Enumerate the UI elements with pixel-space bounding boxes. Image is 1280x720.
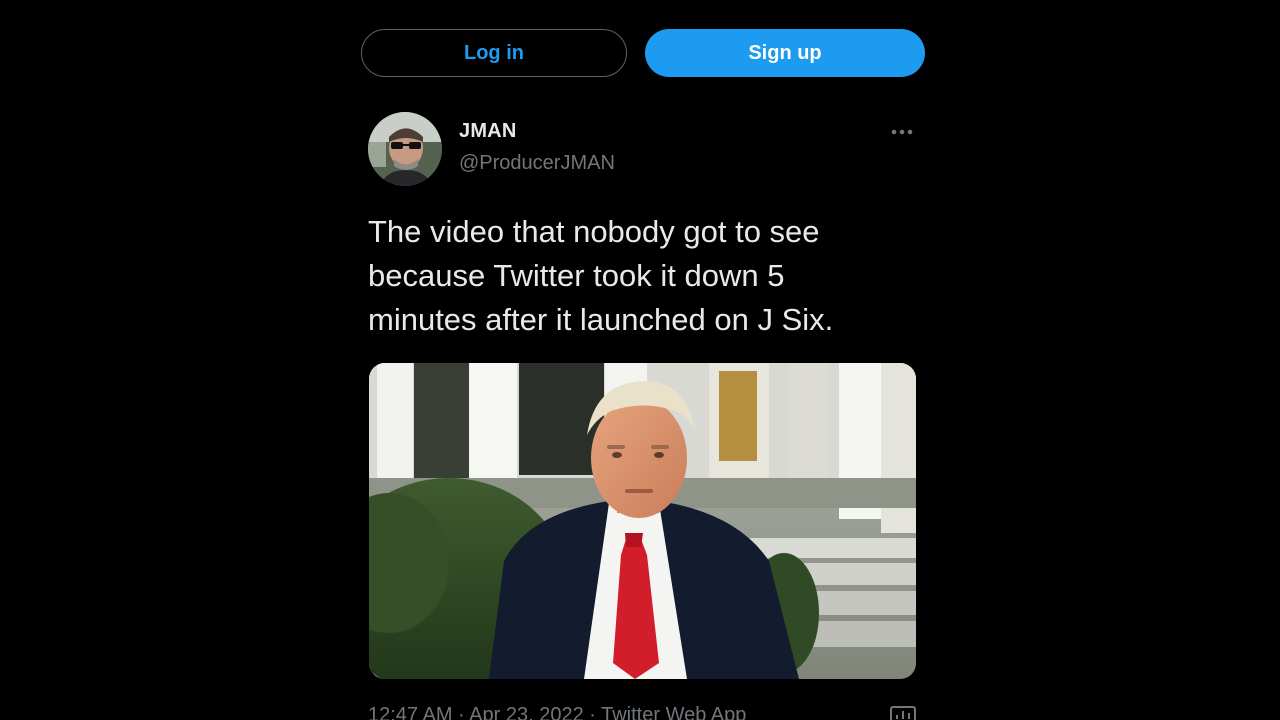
tweet-header: JMAN @ProducerJMAN xyxy=(368,112,918,188)
tweet-page: Log in Sign up JMAN @ProducerJMAN The vi… xyxy=(0,0,1280,720)
avatar-image xyxy=(368,112,442,186)
author-avatar[interactable] xyxy=(368,112,442,186)
author-display-name[interactable]: JMAN xyxy=(459,120,516,143)
more-horizontal-icon[interactable] xyxy=(888,120,916,144)
signup-button[interactable]: Sign up xyxy=(645,29,925,77)
tweet-video[interactable] xyxy=(369,363,916,679)
login-button[interactable]: Log in xyxy=(361,29,627,77)
author-handle[interactable]: @ProducerJMAN xyxy=(459,152,615,175)
auth-bar: Log in Sign up xyxy=(361,28,925,78)
tweet-text: The video that nobody got to see because… xyxy=(368,214,834,337)
video-thumbnail xyxy=(369,363,916,679)
analytics-icon[interactable] xyxy=(889,705,917,720)
tweet-timestamp[interactable]: 12:47 AM · Apr 23, 2022 · Twitter Web Ap… xyxy=(368,704,928,720)
